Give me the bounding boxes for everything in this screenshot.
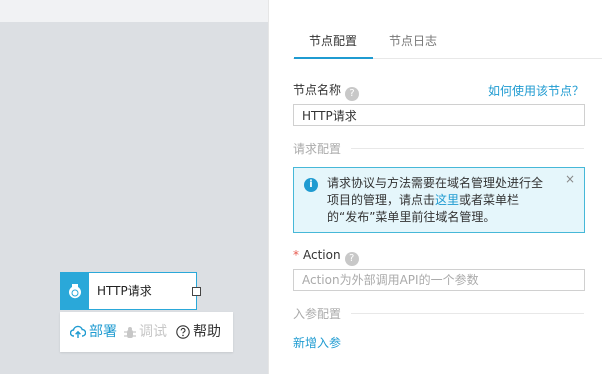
node-icon-box bbox=[61, 273, 89, 309]
add-input-param-link[interactable]: 新增入参 bbox=[293, 334, 341, 351]
config-panel: 节点配置 节点日志 节点名称? 如何使用该节点？ 请求配置 i 请求协议与方法需… bbox=[268, 0, 602, 374]
node-connector-handle[interactable] bbox=[192, 287, 201, 296]
http-node-icon bbox=[69, 284, 81, 299]
help-icon[interactable]: ? bbox=[345, 87, 360, 101]
required-mark: * bbox=[293, 248, 299, 262]
panel-tabs: 节点配置 节点日志 bbox=[293, 0, 602, 59]
section-divider bbox=[351, 148, 584, 149]
node-label: HTTP请求 bbox=[97, 284, 152, 298]
bug-icon bbox=[124, 327, 136, 338]
action-input[interactable] bbox=[293, 269, 585, 291]
node-name-label: 节点名称? bbox=[293, 81, 360, 101]
section-divider bbox=[351, 313, 584, 314]
node-name-label-text: 节点名称 bbox=[293, 83, 342, 97]
debug-label: 调试 bbox=[139, 324, 167, 340]
deploy-label: 部署 bbox=[89, 324, 117, 340]
action-label: * Action? bbox=[293, 248, 359, 266]
flow-canvas[interactable]: HTTP请求 部署 调试 帮助 bbox=[0, 0, 268, 374]
request-config-section: 请求配置 bbox=[293, 140, 584, 157]
how-to-use-node-link[interactable]: 如何使用该节点？ bbox=[488, 82, 584, 99]
cloud-upload-icon bbox=[69, 325, 87, 338]
http-request-node[interactable]: HTTP请求 bbox=[60, 272, 201, 310]
action-label-text: Action bbox=[303, 248, 341, 262]
info-alert: i 请求协议与方法需要在域名管理处进行全项目的管理，请点击这里或者菜单栏的“发布… bbox=[293, 167, 585, 233]
question-circle-icon bbox=[176, 325, 190, 339]
debug-button[interactable]: 调试 bbox=[124, 312, 167, 352]
request-config-title: 请求配置 bbox=[293, 142, 342, 156]
info-here-link[interactable]: 这里 bbox=[435, 193, 459, 207]
help-button[interactable]: 帮助 bbox=[176, 312, 221, 352]
info-icon: i bbox=[304, 178, 318, 192]
node-toolbar: 部署 调试 帮助 bbox=[60, 312, 233, 352]
tab-node-log[interactable]: 节点日志 bbox=[389, 32, 437, 49]
close-icon[interactable]: × bbox=[565, 172, 575, 186]
canvas-top-strip bbox=[0, 0, 268, 22]
deploy-button[interactable]: 部署 bbox=[69, 312, 117, 352]
tab-node-config[interactable]: 节点配置 bbox=[293, 32, 374, 59]
node-name-input[interactable] bbox=[293, 104, 585, 126]
info-alert-text: 请求协议与方法需要在域名管理处进行全项目的管理，请点击这里或者菜单栏的“发布”菜… bbox=[327, 175, 549, 226]
help-icon[interactable]: ? bbox=[344, 252, 359, 266]
input-params-title: 入参配置 bbox=[293, 307, 342, 321]
help-label: 帮助 bbox=[193, 324, 221, 340]
input-params-section: 入参配置 bbox=[293, 305, 584, 322]
